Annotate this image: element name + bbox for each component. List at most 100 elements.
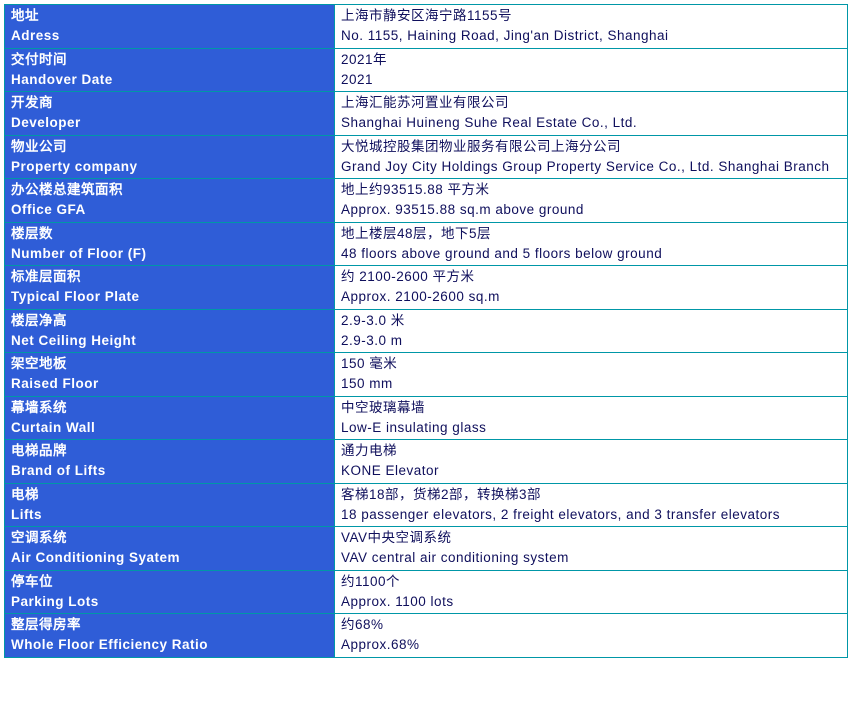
value-en: No. 1155, Haining Road, Jing'an District… [341,26,841,46]
row-label: 交付时间Handover Date [5,48,335,92]
value-cn: VAV中央空调系统 [341,528,841,548]
label-cn: 楼层数 [11,224,328,244]
value-cn: 2021年 [341,50,841,70]
table-row: 物业公司Property company大悦城控股集团物业服务有限公司上海分公司… [5,135,848,179]
value-en: Approx.68% [341,635,841,655]
table-row: 整层得房率Whole Floor Efficiency Ratio约68%App… [5,614,848,658]
label-en: Curtain Wall [11,418,328,438]
value-en: Grand Joy City Holdings Group Property S… [341,157,841,177]
value-cn: 约68% [341,615,841,635]
label-en: Handover Date [11,70,328,90]
row-value: 大悦城控股集团物业服务有限公司上海分公司Grand Joy City Holdi… [335,135,848,179]
label-en: Developer [11,113,328,133]
table-row: 交付时间Handover Date2021年2021 [5,48,848,92]
value-en: 48 floors above ground and 5 floors belo… [341,244,841,264]
row-value: VAV中央空调系统VAV central air conditioning sy… [335,527,848,571]
value-en: VAV central air conditioning system [341,548,841,568]
value-en: 150 mm [341,374,841,394]
label-cn: 办公楼总建筑面积 [11,180,328,200]
table-row: 电梯品牌Brand of Lifts通力电梯KONE Elevator [5,440,848,484]
value-en: Approx. 1100 lots [341,592,841,612]
value-en: Approx. 2100-2600 sq.m [341,287,841,307]
value-cn: 上海汇能苏河置业有限公司 [341,93,841,113]
label-en: Whole Floor Efficiency Ratio [11,635,328,655]
label-cn: 楼层净高 [11,311,328,331]
label-cn: 停车位 [11,572,328,592]
row-label: 楼层净高Net Ceiling Height [5,309,335,353]
value-en: Low-E insulating glass [341,418,841,438]
value-cn: 地上约93515.88 平方米 [341,180,841,200]
label-en: Air Conditioning Syatem [11,548,328,568]
row-value: 2021年2021 [335,48,848,92]
row-value: 上海汇能苏河置业有限公司Shanghai Huineng Suhe Real E… [335,92,848,136]
row-value: 通力电梯KONE Elevator [335,440,848,484]
table-row: 标准层面积Typical Floor Plate 约 2100-2600 平方米A… [5,266,848,310]
row-value: 2.9-3.0 米2.9-3.0 m [335,309,848,353]
row-label: 标准层面积Typical Floor Plate [5,266,335,310]
table-row: 空调系统Air Conditioning SyatemVAV中央空调系统VAV … [5,527,848,571]
value-en: KONE Elevator [341,461,841,481]
value-cn: 客梯18部，货梯2部，转换梯3部 [341,485,841,505]
value-cn: 大悦城控股集团物业服务有限公司上海分公司 [341,137,841,157]
value-en: Shanghai Huineng Suhe Real Estate Co., L… [341,113,841,133]
label-cn: 电梯品牌 [11,441,328,461]
label-cn: 开发商 [11,93,328,113]
value-cn: 上海市静安区海宁路1155号 [341,6,841,26]
row-label: 物业公司Property company [5,135,335,179]
table-row: 办公楼总建筑面积Office GFA地上约93515.88 平方米Approx.… [5,179,848,223]
table-row: 幕墙系统Curtain Wall中空玻璃幕墙Low-E insulating g… [5,396,848,440]
row-label: 楼层数Number of Floor (F) [5,222,335,266]
row-value: 地上约93515.88 平方米Approx. 93515.88 sq.m abo… [335,179,848,223]
row-label: 整层得房率Whole Floor Efficiency Ratio [5,614,335,658]
label-en: Brand of Lifts [11,461,328,481]
value-cn: 2.9-3.0 米 [341,311,841,331]
property-spec-table: 地址Adress上海市静安区海宁路1155号No. 1155, Haining … [4,4,848,658]
label-cn: 电梯 [11,485,328,505]
label-en: Typical Floor Plate [11,287,328,307]
label-cn: 幕墙系统 [11,398,328,418]
table-row: 楼层净高Net Ceiling Height2.9-3.0 米2.9-3.0 m [5,309,848,353]
value-en: 18 passenger elevators, 2 freight elevat… [341,505,841,525]
label-cn: 标准层面积 [11,267,328,287]
row-value: 上海市静安区海宁路1155号No. 1155, Haining Road, Ji… [335,5,848,49]
value-cn: 地上楼层48层，地下5层 [341,224,841,244]
value-cn: 150 毫米 [341,354,841,374]
table-row: 架空地板Raised Floor150 毫米150 mm [5,353,848,397]
label-cn: 交付时间 [11,50,328,70]
label-cn: 整层得房率 [11,615,328,635]
label-en: Net Ceiling Height [11,331,328,351]
row-value: 150 毫米150 mm [335,353,848,397]
row-label: 地址Adress [5,5,335,49]
table-row: 地址Adress上海市静安区海宁路1155号No. 1155, Haining … [5,5,848,49]
label-en: Property company [11,157,328,177]
label-cn: 物业公司 [11,137,328,157]
label-cn: 空调系统 [11,528,328,548]
row-label: 停车位Parking Lots [5,570,335,614]
row-value: 地上楼层48层，地下5层48 floors above ground and 5… [335,222,848,266]
row-label: 空调系统Air Conditioning Syatem [5,527,335,571]
table-row: 电梯Lifts客梯18部，货梯2部，转换梯3部18 passenger elev… [5,483,848,527]
label-en: Parking Lots [11,592,328,612]
row-value: 中空玻璃幕墙Low-E insulating glass [335,396,848,440]
row-value: 客梯18部，货梯2部，转换梯3部18 passenger elevators, … [335,483,848,527]
label-en: Number of Floor (F) [11,244,328,264]
row-value: 约1100个Approx. 1100 lots [335,570,848,614]
label-en: Office GFA [11,200,328,220]
value-en: 2021 [341,70,841,90]
value-cn: 约1100个 [341,572,841,592]
row-label: 办公楼总建筑面积Office GFA [5,179,335,223]
label-en: Lifts [11,505,328,525]
row-label: 电梯Lifts [5,483,335,527]
value-cn: 约 2100-2600 平方米 [341,267,841,287]
value-cn: 中空玻璃幕墙 [341,398,841,418]
row-label: 电梯品牌Brand of Lifts [5,440,335,484]
table-row: 停车位Parking Lots约1100个Approx. 1100 lots [5,570,848,614]
row-label: 架空地板Raised Floor [5,353,335,397]
label-cn: 地址 [11,6,328,26]
label-en: Adress [11,26,328,46]
table-row: 楼层数Number of Floor (F)地上楼层48层，地下5层48 flo… [5,222,848,266]
row-value: 约68%Approx.68% [335,614,848,658]
value-en: Approx. 93515.88 sq.m above ground [341,200,841,220]
row-label: 幕墙系统Curtain Wall [5,396,335,440]
table-row: 开发商Developer 上海汇能苏河置业有限公司Shanghai Huineng… [5,92,848,136]
